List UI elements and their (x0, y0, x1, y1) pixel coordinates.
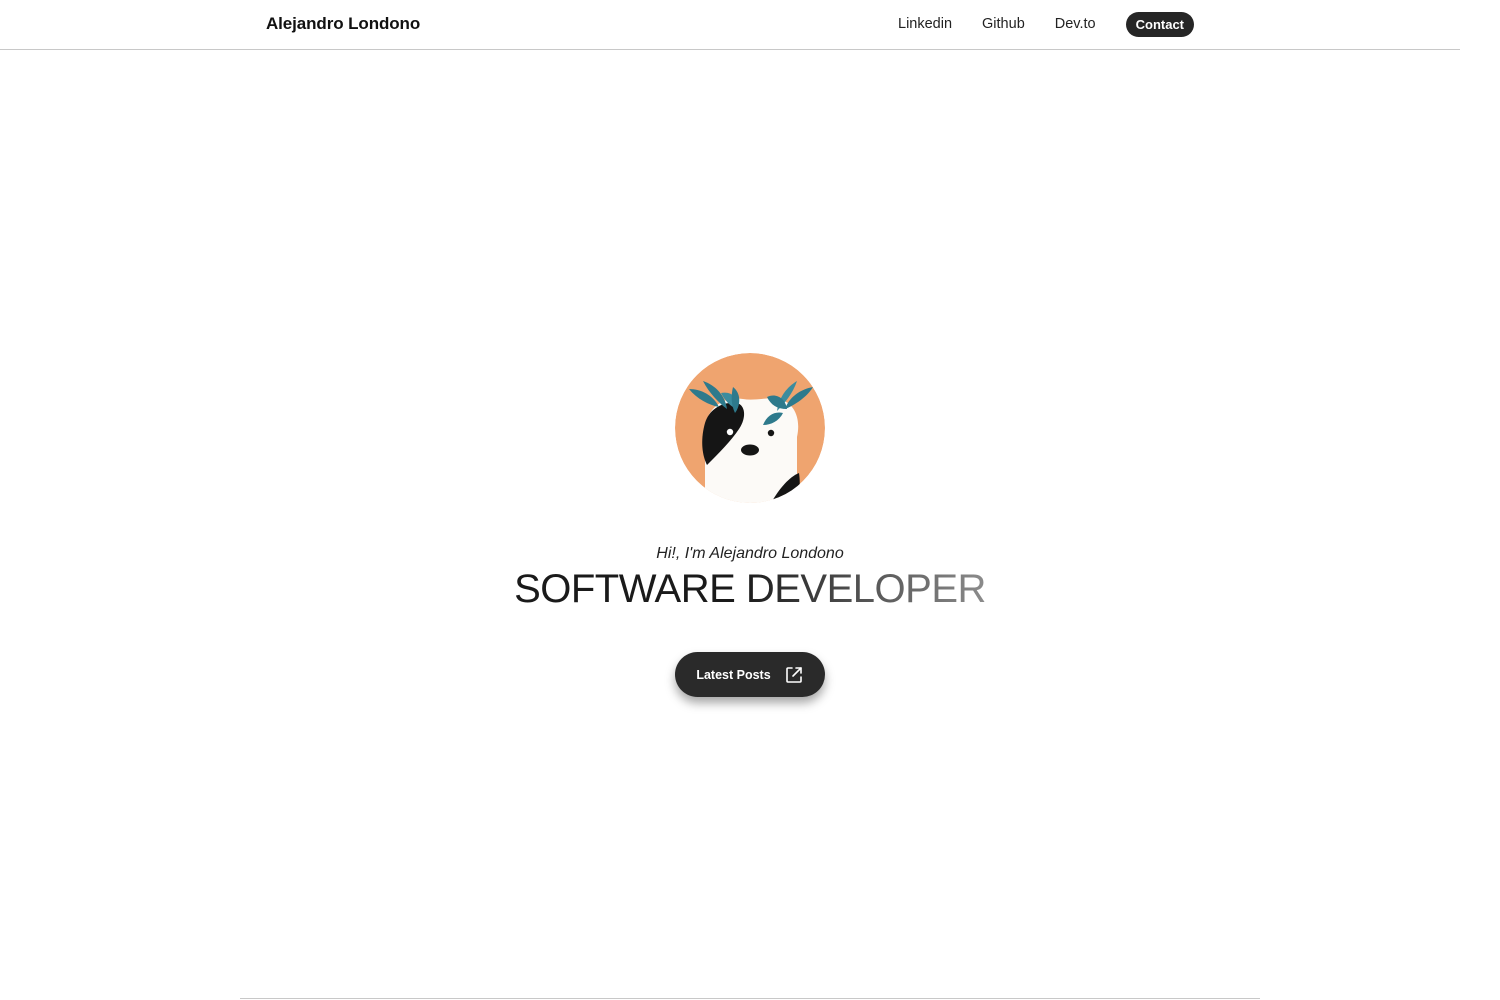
hero-section: Hi!, I'm Alejandro Londono SOFTWARE DEVE… (0, 353, 1500, 697)
nav-link-devto[interactable]: Dev.to (1055, 12, 1096, 37)
nav-link-github[interactable]: Github (982, 12, 1025, 37)
nav-link-linkedin[interactable]: Linkedin (898, 12, 952, 37)
latest-posts-button[interactable]: Latest Posts (675, 652, 825, 697)
latest-posts-label: Latest Posts (696, 667, 771, 682)
contact-button[interactable]: Contact (1125, 12, 1194, 37)
greeting-text: Hi!, I'm Alejandro Londono (656, 545, 844, 562)
main-nav: Linkedin Github Dev.to Contact (898, 12, 1194, 37)
footer-divider (240, 998, 1260, 999)
top-navigation-bar: Alejandro Londono Linkedin Github Dev.to… (0, 0, 1460, 50)
site-brand-link[interactable]: Alejandro Londono (266, 14, 420, 34)
external-link-icon (785, 666, 802, 683)
headline-title: SOFTWARE DEVELOPER (514, 567, 986, 611)
panda-avatar-icon (675, 353, 825, 503)
